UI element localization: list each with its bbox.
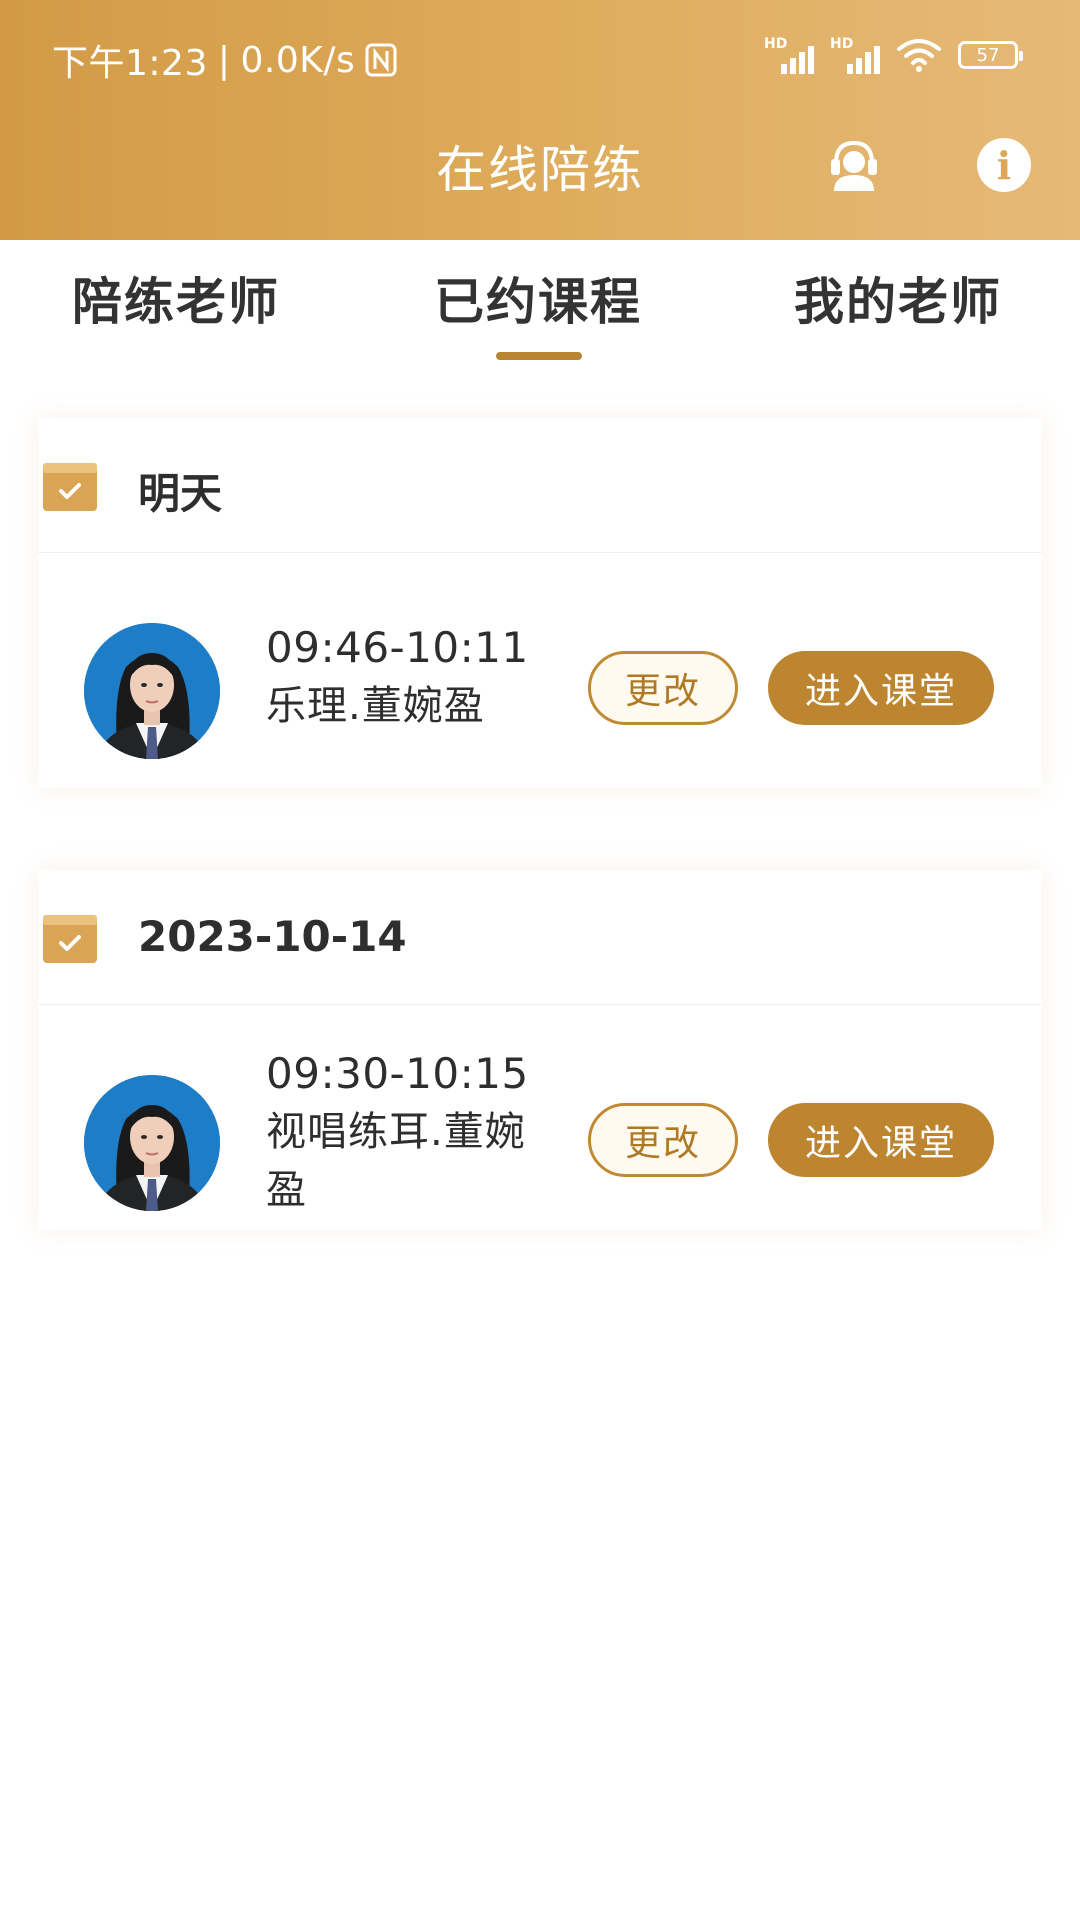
- status-bar: 下午1:23 | 0.0K/s HD HD 57: [0, 0, 1080, 112]
- battery-icon: 57: [958, 41, 1023, 69]
- lesson-item: 09:46-10:11 乐理.董婉盈 更改 进入课堂: [38, 553, 1042, 789]
- battery-level: 57: [976, 44, 1000, 66]
- lesson-course-teacher: 乐理.董婉盈: [266, 683, 485, 729]
- schedule-card-header: 2023-10-14: [38, 870, 1042, 1005]
- status-time: 下午1:23: [52, 43, 208, 84]
- info-icon: i: [977, 138, 1031, 192]
- status-divider: |: [217, 39, 231, 81]
- signal-icon-2: HD: [830, 36, 880, 74]
- tab-active-indicator: [496, 352, 582, 360]
- change-button[interactable]: 更改: [588, 1103, 738, 1177]
- enter-classroom-button[interactable]: 进入课堂: [768, 651, 994, 725]
- page-title: 在线陪练: [436, 141, 644, 199]
- schedule-date: 2023-10-14: [138, 912, 407, 961]
- customer-service-button[interactable]: [826, 137, 882, 193]
- network-speed: 0.0K/s: [240, 39, 356, 81]
- app-header: 下午1:23 | 0.0K/s HD HD 57 在线陪练 i: [0, 0, 1080, 240]
- status-right: HD HD 57: [764, 36, 1023, 74]
- nfc-icon: [365, 43, 397, 77]
- calendar-check-icon: [43, 463, 97, 511]
- schedule-date: 明天: [138, 469, 223, 518]
- schedule-card: 2023-10-14 09:30-10:15 视唱练耳.董婉盈 更改 进入课堂: [38, 870, 1042, 1230]
- lesson-course-teacher: 视唱练耳.董婉盈: [266, 1109, 526, 1213]
- schedule-card-header: 明天: [38, 418, 1042, 553]
- lesson-time: 09:30-10:15: [266, 1049, 529, 1098]
- tab-practice-teachers[interactable]: 陪练老师: [72, 262, 280, 334]
- signal-icon: HD: [764, 36, 814, 74]
- info-button[interactable]: i: [976, 137, 1032, 193]
- tab-bar: 陪练老师 已约课程 我的老师: [0, 240, 1080, 370]
- tab-booked-courses[interactable]: 已约课程: [434, 262, 642, 334]
- schedule-card: 明天 09:46-10:11 乐理.董婉盈 更改 进入课堂: [38, 418, 1042, 788]
- calendar-check-icon: [43, 915, 97, 963]
- tab-my-teachers[interactable]: 我的老师: [794, 262, 1002, 334]
- teacher-avatar: [84, 623, 220, 759]
- teacher-avatar: [84, 1075, 220, 1211]
- status-left: 下午1:23 | 0.0K/s: [52, 34, 397, 86]
- customer-service-icon: [831, 140, 877, 191]
- lesson-item: 09:30-10:15 视唱练耳.董婉盈 更改 进入课堂: [38, 1005, 1042, 1241]
- change-button[interactable]: 更改: [588, 651, 738, 725]
- enter-classroom-button[interactable]: 进入课堂: [768, 1103, 994, 1177]
- lesson-time: 09:46-10:11: [266, 623, 529, 672]
- wifi-icon: [897, 39, 941, 72]
